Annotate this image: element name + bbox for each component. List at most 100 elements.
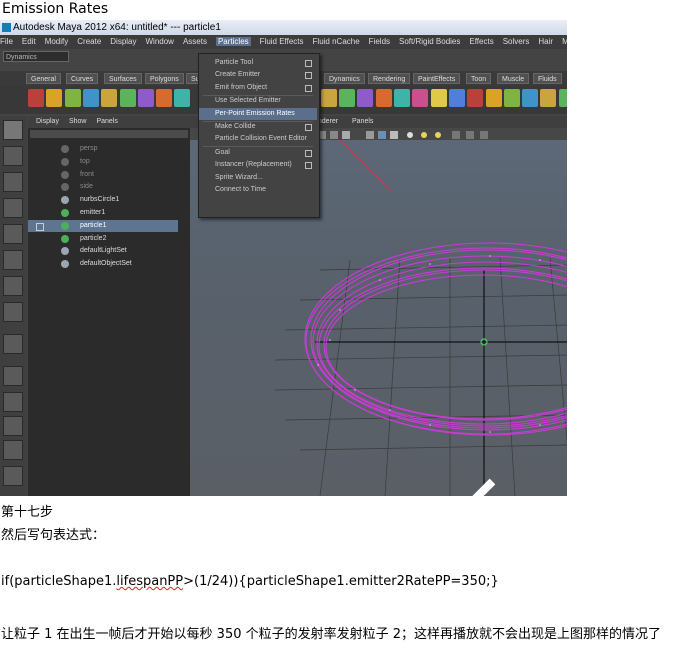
shelf-tab-polygons[interactable]: Polygons [145,73,184,84]
particles-menu-item-connect-to-time[interactable]: Connect to Time [199,184,317,196]
outliner-menu-show[interactable]: Show [69,118,87,125]
menu-assets[interactable]: Assets [183,37,207,46]
toolbox-tool-icon[interactable] [3,198,23,218]
menu-edit[interactable]: Edit [22,37,36,46]
toolbox-tool-icon[interactable] [3,276,23,296]
toolbox-tool-icon[interactable] [3,392,23,412]
outliner-item-label: particle2 [80,234,107,242]
node-type-icon [61,221,69,230]
shelf-tool-icon[interactable] [448,89,465,107]
outliner-item-particle2[interactable]: particle2 [28,233,178,245]
outliner-item-front[interactable]: front [28,169,178,181]
outliner-menu-display[interactable]: Display [36,118,59,125]
shelf-tool-icon[interactable] [394,89,410,107]
menu-display[interactable]: Display [110,37,136,46]
particles-menu-item-instancer-replacement[interactable]: Instancer (Replacement) [199,159,317,171]
shelf-tool-icon[interactable] [156,89,173,107]
shelf-tool-icon[interactable] [412,89,429,107]
option-box-icon[interactable] [305,84,312,92]
toolbox-tool-icon[interactable] [3,172,23,192]
menu-solvers[interactable]: Solvers [503,37,530,46]
particles-menu-item-create-emitter[interactable]: Create Emitter [199,69,317,81]
shelf-tool-icon[interactable] [174,89,191,107]
shelf-tab-dynamics[interactable]: Dynamics [324,73,365,84]
expand-toggle-icon[interactable] [36,222,44,231]
menu-file[interactable]: File [0,37,13,46]
shelf-tool-icon[interactable] [137,89,154,107]
menu-soft-rigid-bodies[interactable]: Soft/Rigid Bodies [399,37,460,46]
shelf-tool-icon[interactable] [467,89,484,107]
shelf-tab-toon[interactable]: Toon [466,73,492,84]
toolbox-tool-icon[interactable] [3,146,23,166]
menu-hair[interactable]: Hair [538,37,553,46]
toolbox-tool-icon[interactable] [3,250,23,270]
outliner-item-defaultlightset[interactable]: defaultLightSet [28,245,178,257]
toolbox-tool-icon[interactable] [3,334,23,354]
shelf-tab-curves[interactable]: Curves [66,73,99,84]
shelf-tab-general[interactable]: General [26,73,61,84]
menu-fluid-effects[interactable]: Fluid Effects [260,37,304,46]
menu-window[interactable]: Window [146,37,174,46]
outliner-item-particle1[interactable]: particle1 [28,219,178,232]
outliner-menu-panels[interactable]: Panels [96,118,117,125]
option-box-icon[interactable] [305,124,312,131]
viewport-menu-panels[interactable]: Panels [352,116,373,128]
mode-selector[interactable]: Dynamics [3,51,69,62]
outliner-item-defaultobjectset[interactable]: defaultObjectSet [28,258,178,270]
shelf-tool-icon[interactable] [119,89,136,107]
shelf-tool-icon[interactable] [430,89,447,107]
shelf-tool-icon[interactable] [101,89,118,107]
particles-menu-item-emit-from-object[interactable]: Emit from Object [199,82,317,94]
outliner-item-top[interactable]: top [28,156,178,168]
menu-effects[interactable]: Effects [469,37,493,46]
shelf-tab-painteffects[interactable]: PaintEffects [413,73,461,84]
toolbox-tool-icon[interactable] [3,366,23,386]
shelf-tool-icon[interactable] [64,89,81,107]
toolbox-tool-icon[interactable] [3,224,23,244]
shelf-tool-icon[interactable] [485,89,502,107]
toolbox-tool-icon[interactable] [3,466,23,486]
shelf-tool-icon[interactable] [558,89,567,107]
shelf-tool-icon[interactable] [320,89,337,107]
outliner-filter-field[interactable] [30,130,188,138]
shelf-tool-icon[interactable] [503,89,520,107]
outliner-item-persp[interactable]: persp [28,143,178,155]
outliner-item-side[interactable]: side [28,181,178,193]
shelf-tool-icon[interactable] [540,89,557,107]
option-box-icon[interactable] [305,72,312,80]
menu-muscle[interactable]: Muscle [562,37,567,46]
option-box-icon[interactable] [305,162,312,170]
shelf-tool-icon[interactable] [46,89,63,107]
shelf-tool-icon[interactable] [375,89,392,107]
shelf-tab-surfaces[interactable]: Surfaces [104,73,142,84]
shelf-tab-rendering[interactable]: Rendering [368,73,411,84]
toolbox-tool-icon[interactable] [3,416,23,436]
shelf-tab-muscle[interactable]: Muscle [497,73,530,84]
outliner-item-emitter1[interactable]: emitter1 [28,207,178,219]
menu-particles[interactable]: Particles [215,37,251,46]
outliner-item-label: persp [80,145,98,152]
particles-menu-item-use-selected-emitter[interactable]: Use Selected Emitter [199,95,317,107]
particles-menu-item-make-collide[interactable]: Make Collide [199,121,317,133]
shelf-tool-icon[interactable] [522,89,539,107]
particles-menu-item-per-point-emission-rates[interactable]: Per-Point Emission Rates [199,107,317,120]
outliner-item-nurbscircle1[interactable]: nurbsCircle1 [28,194,178,206]
menu-modify[interactable]: Modify [45,37,69,46]
option-box-icon[interactable] [305,149,312,157]
toolbox-tool-icon[interactable] [3,440,23,460]
shelf-tool-icon[interactable] [357,89,374,107]
particles-menu-item-particle-tool[interactable]: Particle Tool [199,57,317,69]
shelf-tool-icon[interactable] [339,89,356,107]
particles-menu-item-particle-collision-event-editor[interactable]: Particle Collision Event Editor [199,133,317,145]
shelf-tool-icon[interactable] [28,89,44,107]
toolbox-tool-icon[interactable] [3,120,23,140]
menu-fields[interactable]: Fields [369,37,390,46]
shelf-tool-icon[interactable] [82,89,99,107]
menu-create[interactable]: Create [77,37,101,46]
menu-fluid-ncache[interactable]: Fluid nCache [313,37,360,46]
particles-menu-item-goal[interactable]: Goal [199,147,317,159]
option-box-icon[interactable] [305,60,312,67]
shelf-tab-fluids[interactable]: Fluids [533,73,562,84]
particles-menu-item-sprite-wizard[interactable]: Sprite Wizard... [199,172,317,184]
toolbox-tool-icon[interactable] [3,302,23,322]
